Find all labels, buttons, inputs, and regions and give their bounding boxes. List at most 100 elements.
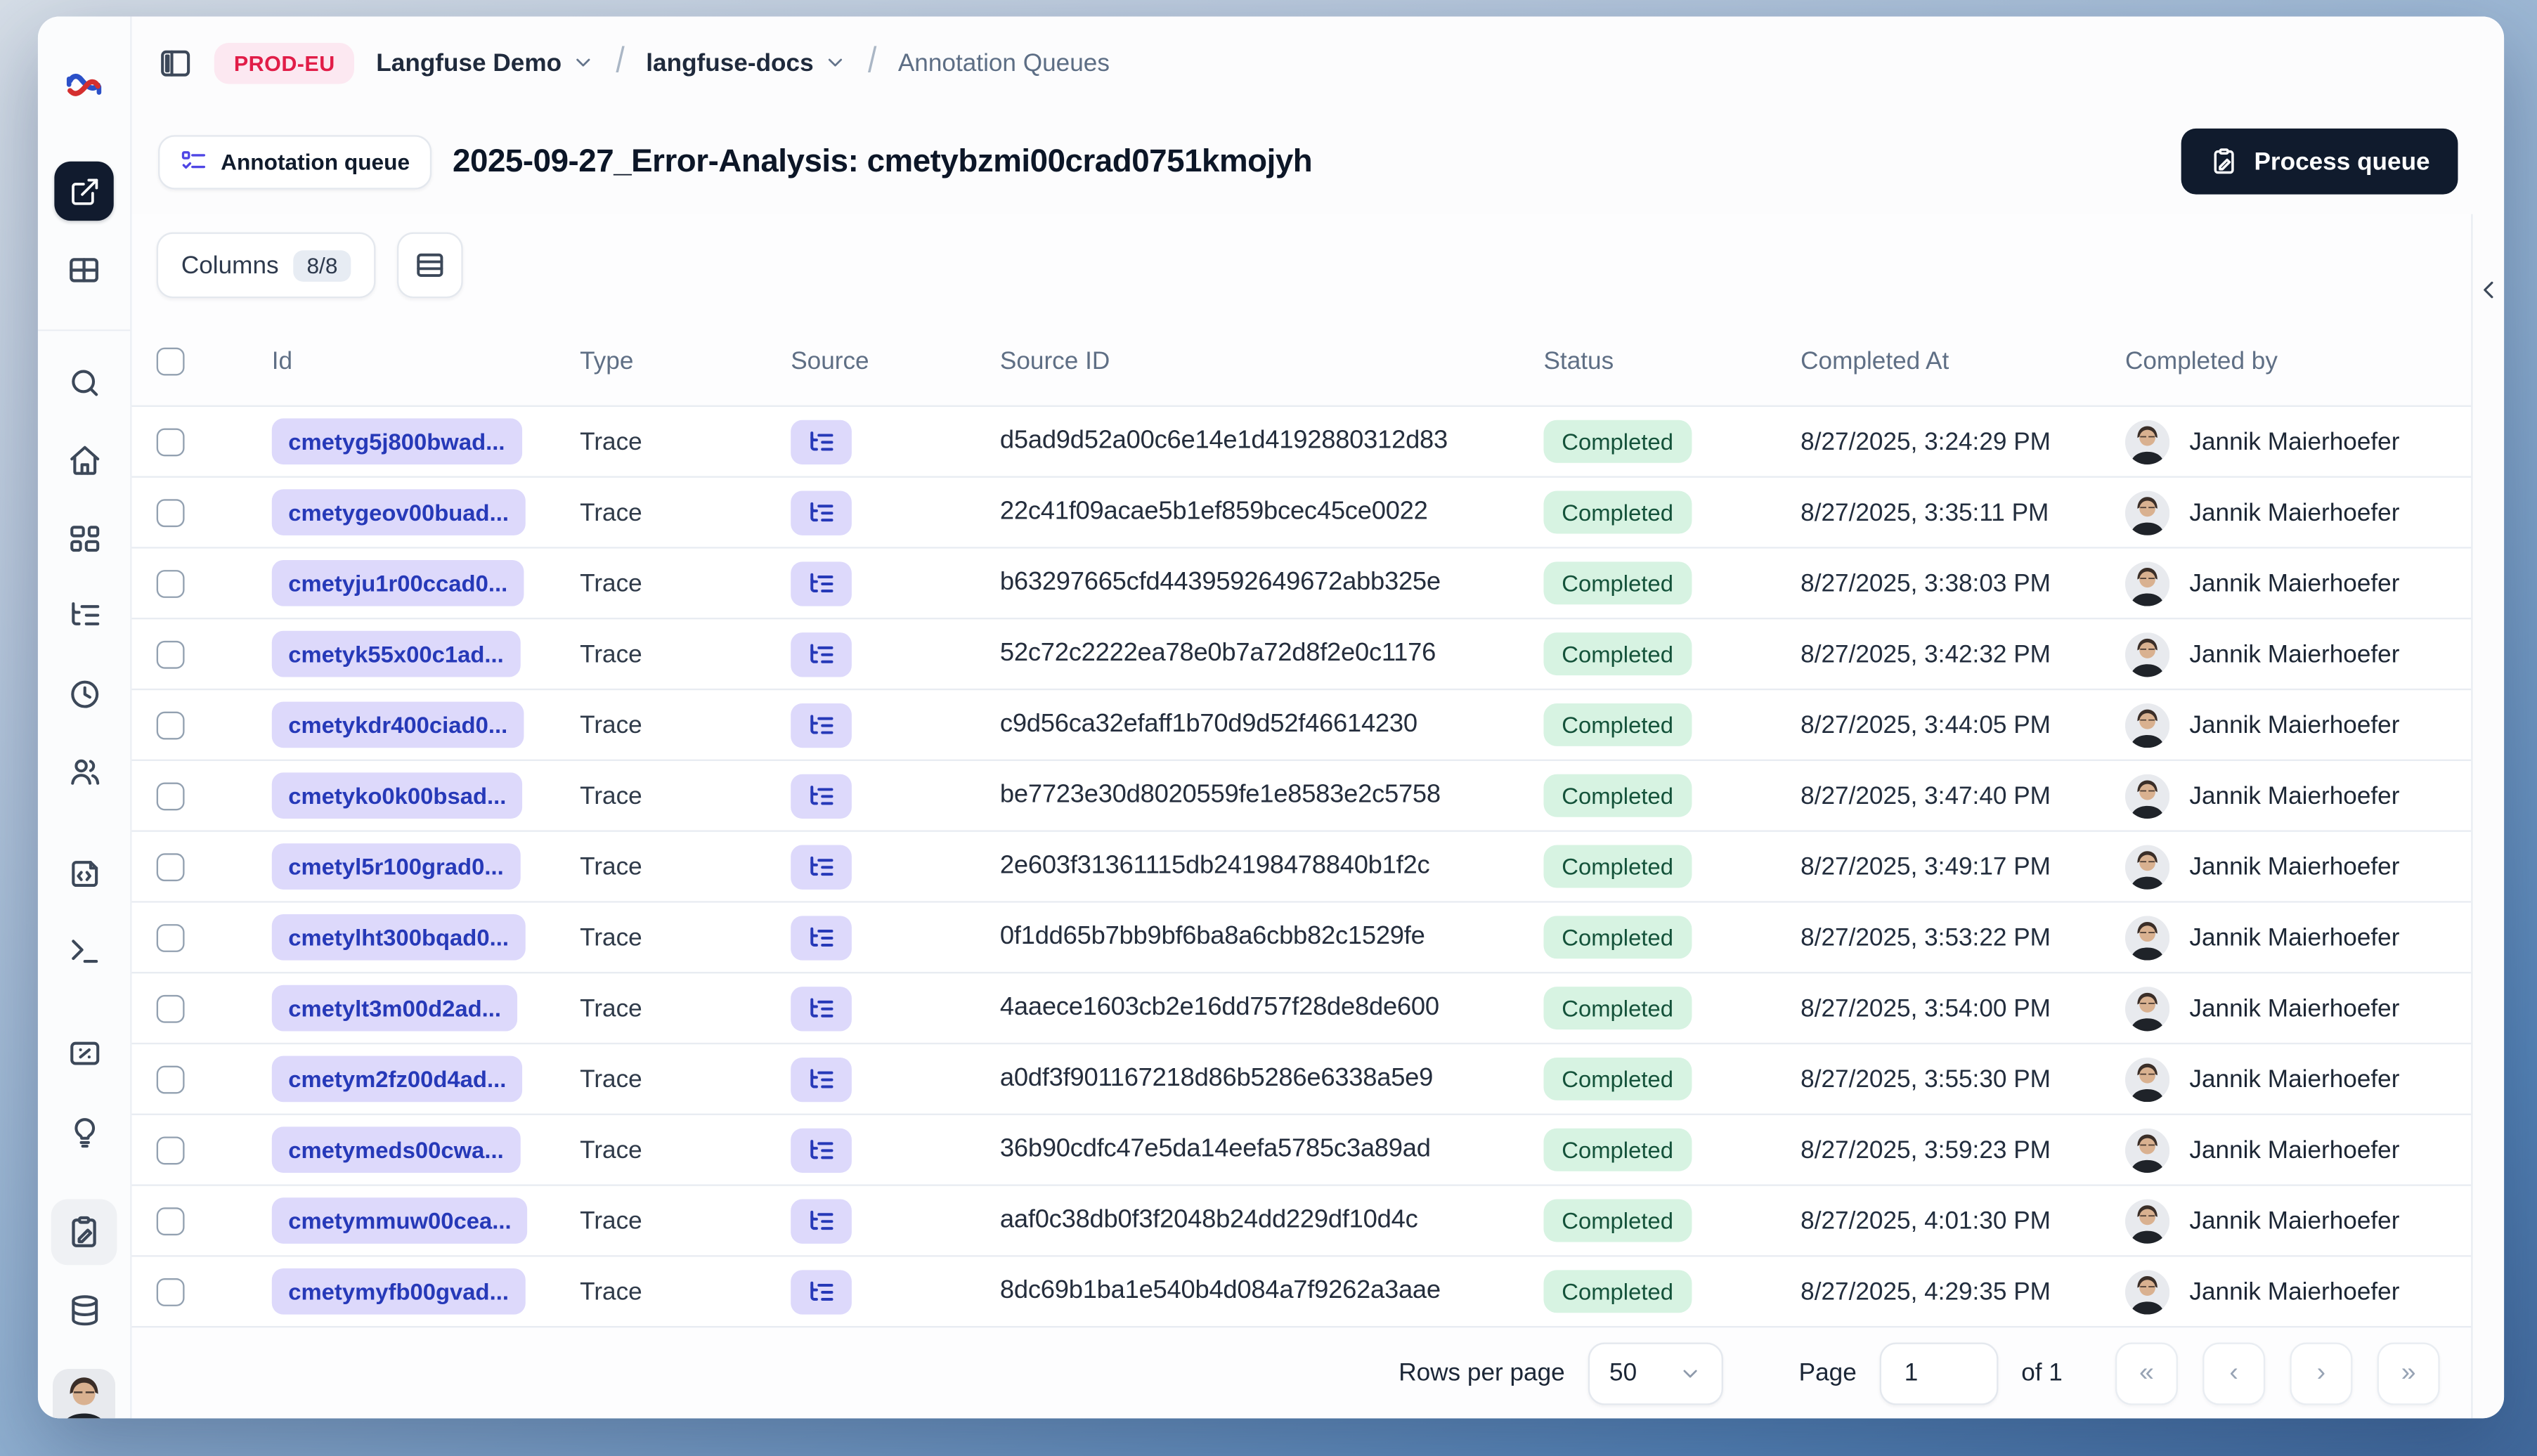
trace-source-link[interactable] [791, 1127, 852, 1172]
list-tree-icon [807, 1207, 836, 1235]
row-checkbox[interactable] [156, 498, 185, 526]
columns-button[interactable]: Columns 8/8 [156, 232, 376, 299]
sidebar-toggle-button[interactable] [158, 45, 193, 79]
sidebar-item-home[interactable] [59, 435, 108, 484]
table-row[interactable]: cmetymyfb00gvad... Trace 8dc69b1ba1e540b… [131, 1255, 2472, 1327]
first-page-button[interactable]: « [2115, 1341, 2178, 1405]
langfuse-logo[interactable] [63, 64, 105, 107]
item-id-link[interactable]: cmetykdr400ciad0... [271, 701, 524, 748]
collapse-panel-button[interactable] [2475, 270, 2502, 309]
breadcrumb-project[interactable]: langfuse-docs [646, 48, 846, 77]
item-id-link[interactable]: cmetyko0k00bsad... [271, 772, 523, 819]
row-checkbox[interactable] [156, 639, 185, 668]
status-badge: Completed [1543, 632, 1692, 676]
row-checkbox[interactable] [156, 1065, 185, 1093]
trace-source-link[interactable] [791, 773, 852, 818]
sidebar-item-database[interactable] [59, 1285, 108, 1334]
sidebar-item-external-link[interactable] [54, 161, 114, 221]
item-id-link[interactable]: cmetym2fz00d4ad... [271, 1055, 523, 1103]
item-id-link[interactable]: cmetylt3m00d2ad... [271, 984, 518, 1032]
row-checkbox[interactable] [156, 710, 185, 739]
trace-source-link[interactable] [791, 561, 852, 606]
process-queue-button[interactable]: Process queue [2181, 128, 2458, 195]
sidebar-item-lightbulb[interactable] [59, 1107, 108, 1156]
column-header-source[interactable]: Source [791, 346, 1000, 375]
external-link-icon [68, 176, 100, 207]
table-row[interactable]: cmetyk55x00c1ad... Trace 52c72c2222ea78e… [131, 618, 2472, 689]
table-row[interactable]: cmetyg5j800bwad... Trace d5ad9d52a00c6e1… [131, 405, 2472, 476]
trace-source-link[interactable] [791, 631, 852, 677]
trace-source-link[interactable] [791, 915, 852, 960]
trace-source-link[interactable] [791, 1269, 852, 1314]
column-header-completed-at[interactable]: Completed At [1800, 346, 2125, 375]
table-row[interactable]: cmetylht300bqad0... Trace 0f1dd65b7bb9bf… [131, 901, 2472, 973]
table-row[interactable]: cmetylt3m00d2ad... Trace 4aaece1603cb2e1… [131, 972, 2472, 1043]
select-all-checkbox[interactable] [156, 346, 185, 375]
next-page-button[interactable]: › [2290, 1341, 2353, 1405]
sidebar-item-clipboard-pen[interactable] [51, 1199, 117, 1266]
last-page-button[interactable]: » [2377, 1341, 2440, 1405]
row-checkbox[interactable] [156, 427, 185, 456]
row-checkbox[interactable] [156, 1207, 185, 1235]
sidebar-item-file-code[interactable] [59, 848, 108, 897]
row-height-button[interactable] [396, 232, 463, 299]
trace-source-link[interactable] [791, 490, 852, 535]
table-row[interactable]: cmetygeov00buad... Trace 22c41f09acae5b1… [131, 476, 2472, 547]
breadcrumb-org[interactable]: Langfuse Demo [376, 48, 595, 77]
sidebar-item-search[interactable] [59, 358, 108, 407]
row-checkbox[interactable] [156, 1277, 185, 1306]
completed-by-name: Jannik Maierhoefer [2189, 498, 2400, 526]
trace-source-link[interactable] [791, 702, 852, 748]
column-header-completed-by[interactable]: Completed by [2125, 346, 2471, 375]
table-row[interactable]: cmetyju1r00ccad0... Trace b63297665cfd44… [131, 547, 2472, 618]
item-id-link[interactable]: cmetyju1r00ccad0... [271, 560, 524, 606]
item-id-link[interactable]: cmetylht300bqad0... [271, 914, 526, 961]
completed-at-value: 8/27/2025, 3:55:30 PM [1800, 1065, 2051, 1093]
item-id-link[interactable]: cmetygeov00buad... [271, 489, 526, 535]
trace-source-link[interactable] [791, 1056, 852, 1102]
previous-page-button[interactable]: ‹ [2202, 1341, 2266, 1405]
table-row[interactable]: cmetykdr400ciad0... Trace c9d56ca32efaff… [131, 688, 2472, 760]
grid-2x2-icon [66, 252, 103, 289]
trace-source-link[interactable] [791, 985, 852, 1031]
item-id-link[interactable]: cmetyg5j800bwad... [271, 418, 521, 465]
table-row[interactable]: cmetym2fz00d4ad... Trace a0df3f901167218… [131, 1042, 2472, 1114]
page-number-input[interactable]: 1 [1879, 1341, 1999, 1405]
row-checkbox[interactable] [156, 923, 185, 951]
row-checkbox[interactable] [156, 994, 185, 1022]
trace-source-link[interactable] [791, 844, 852, 889]
table-row[interactable]: cmetyl5r100grad0... Trace 2e603f31361115… [131, 830, 2472, 902]
sidebar-item-layout-dashboard[interactable] [59, 514, 108, 563]
column-header-id[interactable]: Id [272, 346, 580, 375]
table-row[interactable]: cmetymmuw00cea... Trace aaf0c38db0f3f204… [131, 1184, 2472, 1256]
item-id-link[interactable]: cmetymyfb00gvad... [271, 1268, 526, 1315]
row-checkbox[interactable] [156, 781, 185, 810]
item-id-link[interactable]: cmetymeds00cwa... [271, 1126, 521, 1174]
rows-per-page-select[interactable]: 50 [1588, 1341, 1723, 1405]
trace-source-link[interactable] [791, 1198, 852, 1243]
column-header-type[interactable]: Type [580, 346, 791, 375]
sidebar-item-users[interactable] [59, 746, 108, 795]
row-checkbox[interactable] [156, 852, 185, 880]
column-header-status[interactable]: Status [1543, 346, 1800, 375]
sidebar-item-list-tree[interactable] [59, 590, 108, 639]
avatar [2124, 985, 2170, 1031]
sidebar-item-grid-2x2[interactable] [54, 240, 113, 299]
table-row[interactable]: cmetyko0k00bsad... Trace be7723e30d80205… [131, 759, 2472, 831]
user-avatar-button[interactable] [53, 1368, 116, 1419]
environment-badge[interactable]: PROD-EU [214, 41, 355, 84]
column-header-source-id[interactable]: Source ID [1000, 346, 1544, 375]
status-badge: Completed [1543, 703, 1692, 746]
item-id-link[interactable]: cmetyl5r100grad0... [271, 843, 521, 890]
sidebar-item-terminal[interactable] [59, 925, 108, 975]
sidebar-item-percent-card[interactable] [59, 1028, 108, 1077]
trace-source-link[interactable] [791, 419, 852, 464]
item-id-link[interactable]: cmetymmuw00cea... [271, 1197, 528, 1244]
table-row[interactable]: cmetymeds00cwa... Trace 36b90cdfc47e5da1… [131, 1113, 2472, 1185]
row-checkbox[interactable] [156, 1136, 185, 1164]
sidebar-item-clock[interactable] [59, 669, 108, 718]
item-id-link[interactable]: cmetyk55x00c1ad... [271, 630, 521, 677]
sidebar [37, 16, 132, 1419]
avatar [2124, 561, 2170, 606]
row-checkbox[interactable] [156, 568, 185, 597]
